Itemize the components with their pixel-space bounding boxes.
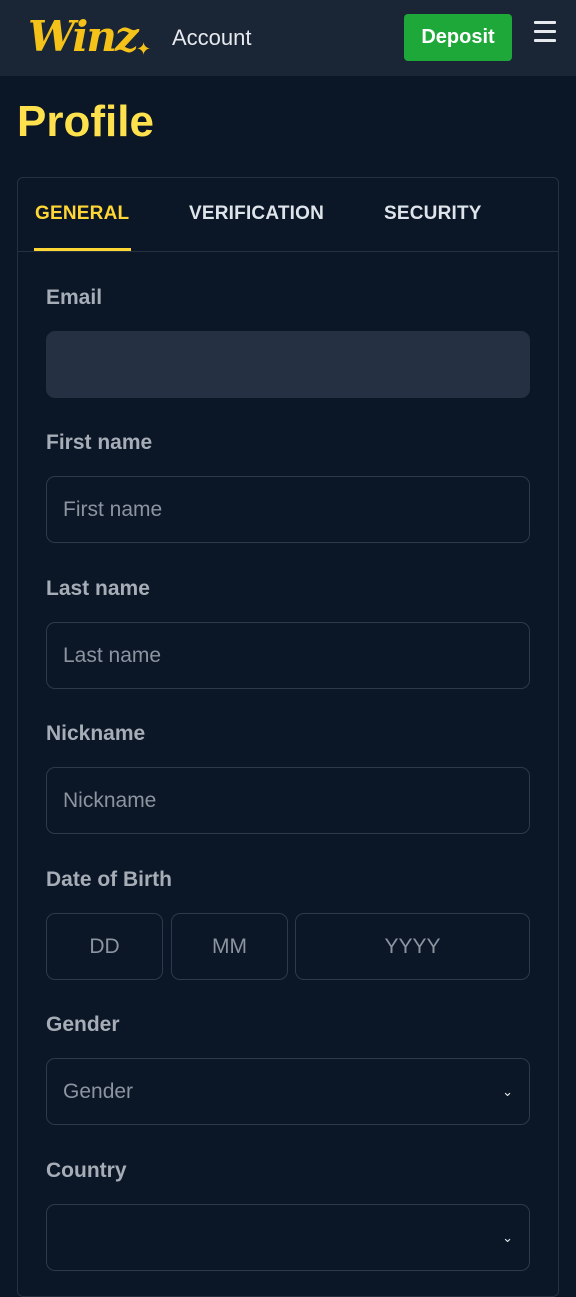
logo-text: Winz [28,12,139,61]
country-label: Country [46,1159,127,1182]
dob-month-input[interactable]: MM [171,913,288,980]
sparkle-icon: ✦ [136,39,152,59]
hamburger-icon[interactable] [534,21,556,43]
nickname-input[interactable]: Nickname [46,767,530,834]
dob-year-input[interactable]: YYYY [295,913,530,980]
email-field[interactable] [46,331,530,398]
active-tab-indicator [34,248,131,251]
section-label: Account [172,25,252,50]
first-name-label: First name [46,431,153,454]
chevron-down-icon: ⌄ [502,1084,513,1099]
chevron-down-icon: ⌄ [502,1230,513,1245]
dob-label: Date of Birth [46,868,172,891]
gender-label: Gender [46,1013,120,1036]
page-title: Profile [17,97,154,146]
tab-security[interactable]: SECURITY [384,202,482,226]
profile-card: GENERAL VERIFICATION SECURITY Email Firs… [17,177,559,1297]
last-name-label: Last name [46,577,150,600]
tab-bar: GENERAL VERIFICATION SECURITY [18,178,558,252]
country-select[interactable]: ⌄ [46,1204,530,1271]
winz-logo[interactable]: Winz ✦ [28,12,154,62]
tab-general[interactable]: GENERAL [35,202,129,226]
gender-select[interactable]: Gender ⌄ [46,1058,530,1125]
nickname-label: Nickname [46,722,146,745]
tab-verification[interactable]: VERIFICATION [189,202,324,226]
deposit-button[interactable]: Deposit [404,14,512,61]
last-name-input[interactable]: Last name [46,622,530,689]
gender-value: Gender [63,1080,134,1103]
first-name-input[interactable]: First name [46,476,530,543]
top-bar: Winz ✦ Account Deposit [0,0,576,76]
email-label: Email [46,286,103,309]
dob-day-input[interactable]: DD [46,913,163,980]
